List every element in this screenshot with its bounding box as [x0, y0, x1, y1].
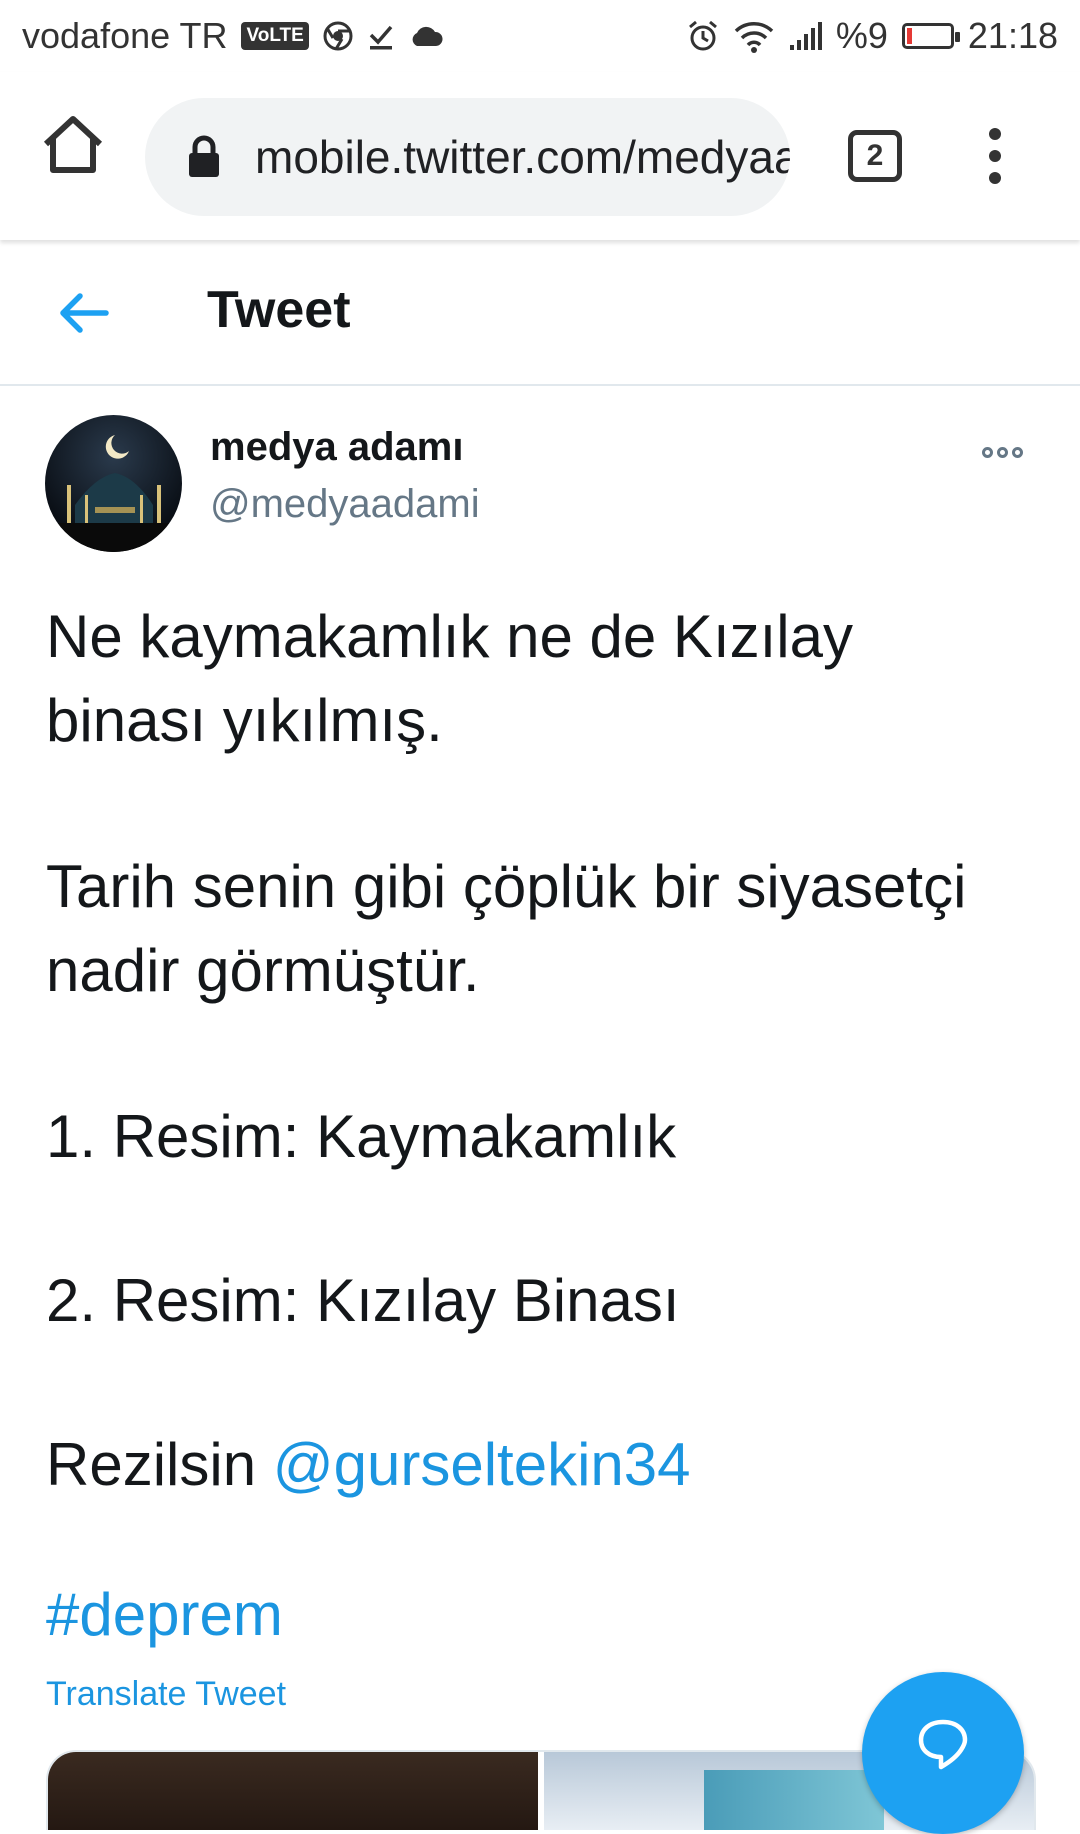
- more-vert-icon: [989, 128, 1001, 140]
- signal-icon: [788, 21, 822, 51]
- tweet-paragraph: 1. Resim: Kaymakamlık: [46, 1103, 677, 1170]
- back-button[interactable]: [58, 288, 112, 338]
- tweet-paragraph: Tarih senin gibi çöplük bir siyasetçi na…: [46, 853, 967, 1004]
- carrier-label: vodafone TR: [22, 15, 228, 56]
- tweet-paragraph: 2. Resim: Kızılay Binası: [46, 1267, 680, 1334]
- battery-percent: %9: [835, 15, 888, 56]
- home-button[interactable]: [40, 112, 106, 178]
- lock-icon: [189, 135, 219, 177]
- clock: 21:18: [967, 15, 1058, 56]
- home-icon: [43, 116, 103, 173]
- hashtag-link[interactable]: #deprem: [46, 1580, 283, 1649]
- tweet-paragraph: Ne kaymakamlık ne de Kızılay binası yıkı…: [46, 603, 853, 754]
- volte-badge: VoLTE: [241, 22, 309, 50]
- page-header: Tweet: [0, 240, 1080, 386]
- cloud-icon: [409, 24, 443, 48]
- page-title: Tweet: [207, 281, 351, 339]
- status-bar: vodafone TR VoLTE %9 21:18: [0, 0, 1080, 72]
- tweet-image[interactable]: [48, 1752, 538, 1830]
- mention-link[interactable]: @gurseltekin34: [273, 1431, 691, 1498]
- translate-tweet-link[interactable]: Translate Tweet: [46, 1675, 286, 1714]
- browser-menu-button[interactable]: [980, 128, 1010, 184]
- tab-switcher-button[interactable]: 2: [848, 130, 902, 182]
- arrow-left-icon: [60, 293, 109, 333]
- tweet-more-button[interactable]: [982, 440, 1032, 464]
- tab-count: 2: [866, 139, 884, 172]
- avatar[interactable]: [45, 415, 182, 552]
- download-done-icon: [367, 21, 395, 51]
- wifi-icon: [734, 19, 774, 53]
- reply-bubble-icon: [918, 1719, 968, 1770]
- tweet-paragraph: Rezilsin @gurseltekin34: [46, 1423, 1036, 1507]
- address-bar[interactable]: mobile.twitter.com/medyaadami/status: [145, 98, 790, 216]
- chrome-icon: [323, 21, 353, 51]
- browser-toolbar: mobile.twitter.com/medyaadami/status 2: [0, 72, 1080, 240]
- tweet-text: Ne kaymakamlık ne de Kızılay binası yıkı…: [46, 595, 1036, 1589]
- author-handle[interactable]: @medyaadami: [210, 482, 480, 527]
- url-text: mobile.twitter.com/medyaadami/status: [255, 131, 790, 183]
- tweet-text-fragment: Rezilsin: [46, 1431, 273, 1498]
- more-horizontal-icon: [982, 446, 993, 458]
- reply-fab[interactable]: [862, 1672, 1024, 1834]
- battery-icon: [901, 23, 960, 49]
- alarm-icon: [686, 19, 720, 53]
- author-display-name[interactable]: medya adamı: [210, 425, 463, 470]
